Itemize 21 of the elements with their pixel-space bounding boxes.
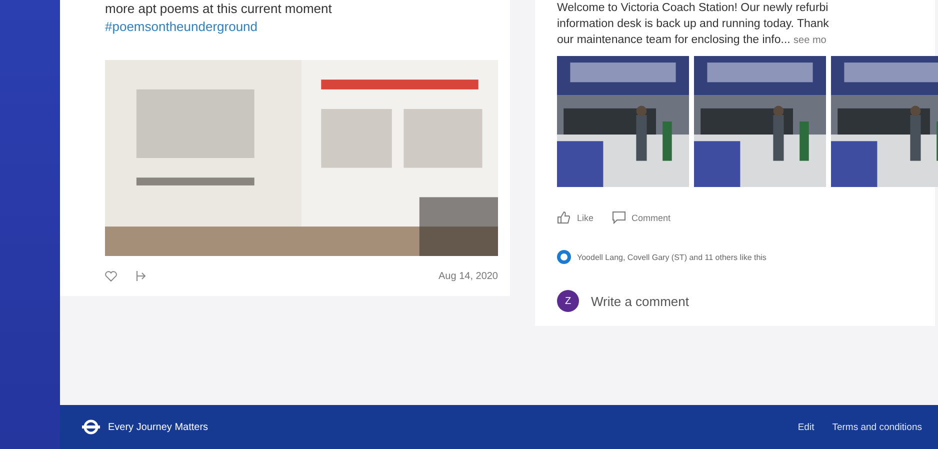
- share-icon[interactable]: [135, 270, 147, 282]
- post-date: Aug 14, 2020: [438, 270, 498, 282]
- comment-input[interactable]: Write a comment: [589, 292, 843, 310]
- post-text-line: our maintenance team for enclosing the info... see mo: [557, 33, 828, 48]
- footer-link[interactable]: Terms and conditions: [832, 422, 922, 432]
- roundel-logo-icon: [82, 419, 100, 435]
- likes-summary[interactable]: Yoodell Lang, Covell Gary (ST) and 11 others like this: [577, 252, 766, 262]
- heart-icon[interactable]: [105, 270, 117, 282]
- post-text-line: information desk is back up and running today. Thank: [557, 17, 830, 32]
- see-more-link[interactable]: see mo: [794, 35, 826, 46]
- comment-button[interactable]: Comment: [612, 211, 671, 224]
- like-button[interactable]: Like: [557, 211, 594, 224]
- hashtag-link[interactable]: #poemsontheunderground: [105, 18, 498, 36]
- post-text-line: Welcome to Victoria Coach Station! Our newly refurbi: [557, 1, 830, 16]
- like-badge-icon: [557, 250, 571, 264]
- speech-bubble-icon: [612, 211, 626, 224]
- thumbs-up-icon: [557, 211, 571, 224]
- brand-name: Every Journey Matters: [108, 422, 208, 432]
- user-avatar: Z: [557, 290, 579, 312]
- post-text: more apt poems at this current moment: [105, 0, 333, 18]
- footer-link[interactable]: Edit: [798, 422, 814, 432]
